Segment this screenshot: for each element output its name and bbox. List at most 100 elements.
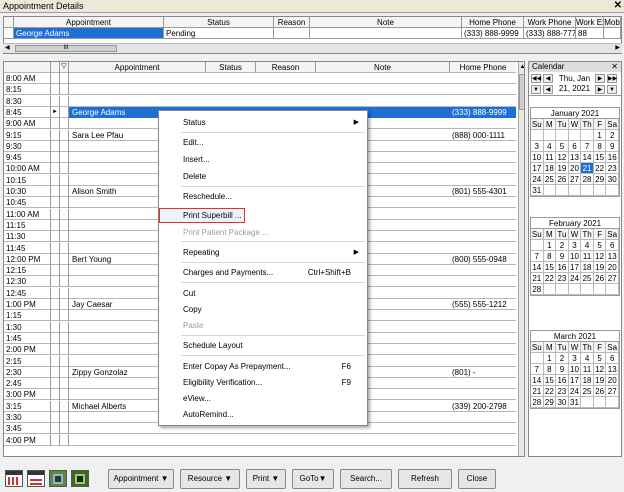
calendar-day[interactable]: 12: [593, 251, 607, 262]
calendar-day[interactable]: 21: [531, 273, 544, 284]
appointment-menu-button[interactable]: Appointment ▼: [108, 469, 174, 489]
calendar-day[interactable]: [531, 240, 544, 251]
refresh-button[interactable]: Refresh: [398, 469, 452, 489]
calendar-day[interactable]: 19: [556, 163, 569, 174]
calendar-day[interactable]: [581, 284, 594, 295]
calendar-day[interactable]: 25: [581, 386, 594, 397]
calendar-day[interactable]: 1: [543, 240, 557, 251]
calendar-day[interactable]: 26: [593, 386, 607, 397]
calendar-day[interactable]: 28: [581, 174, 594, 185]
menu-item-schedule-layout[interactable]: Schedule Layout: [159, 338, 367, 353]
calendar-day[interactable]: [606, 397, 619, 408]
calendar-close-icon[interactable]: ✕: [611, 62, 618, 72]
prev-month-icon[interactable]: ◀: [543, 74, 553, 83]
calendar-day[interactable]: 24: [568, 386, 582, 397]
menu-item-print-superbill[interactable]: Print Superbill ...: [159, 208, 245, 223]
calendar-day[interactable]: 6: [606, 353, 619, 364]
sched-col-status[interactable]: Status: [206, 62, 256, 73]
calendar-day[interactable]: 1: [543, 353, 557, 364]
menu-item-edit[interactable]: Edit...: [159, 135, 367, 150]
detail-status[interactable]: Pending: [164, 28, 274, 39]
appointment-name[interactable]: Sara Lee Pfau: [72, 130, 123, 141]
sched-col-home-phone[interactable]: Home Phone: [450, 62, 516, 73]
calendar-day[interactable]: 11: [581, 364, 594, 375]
calendar-day[interactable]: 22: [543, 273, 557, 284]
calendar-day[interactable]: [543, 185, 557, 196]
details-horizontal-scrollbar[interactable]: ◀ III ▶: [3, 43, 622, 53]
calendar-day[interactable]: 25: [543, 174, 557, 185]
next-year-icon[interactable]: ▶▶: [607, 74, 617, 83]
calendar-day[interactable]: 26: [593, 273, 607, 284]
calendar-day[interactable]: 9: [606, 141, 619, 152]
calendar-day[interactable]: 20: [568, 163, 582, 174]
menu-item-delete[interactable]: Delete: [159, 169, 367, 184]
col-mob[interactable]: Mob: [604, 17, 621, 28]
calendar-day[interactable]: [593, 185, 607, 196]
goto-menu-button[interactable]: GoTo▼: [292, 469, 334, 489]
calendar-day[interactable]: 29: [593, 174, 607, 185]
calendar-day[interactable]: 5: [556, 141, 569, 152]
detail-mob[interactable]: [604, 28, 621, 39]
schedule-vertical-scrollbar[interactable]: ▲: [518, 62, 524, 456]
calendar-day[interactable]: 5: [593, 353, 607, 364]
col-note[interactable]: Note: [310, 17, 462, 28]
calendar-day[interactable]: 7: [531, 251, 544, 262]
menu-item-enter-copay-as-prepayment[interactable]: Enter Copay As Prepayment... F6: [159, 359, 367, 374]
calendar-day[interactable]: 24: [568, 273, 582, 284]
appointment-name[interactable]: Michael Alberts: [72, 401, 126, 412]
menu-item-repeating[interactable]: Repeating ▶: [159, 245, 367, 260]
calendar-day[interactable]: [581, 185, 594, 196]
calendar-day[interactable]: 13: [568, 152, 582, 163]
resource-view-icon[interactable]: [49, 470, 67, 487]
col-work-phone[interactable]: Work Phone: [524, 17, 576, 28]
calendar-day[interactable]: 31: [531, 185, 544, 196]
calendar-day[interactable]: 7: [531, 364, 544, 375]
schedule-row[interactable]: 8:00 AM: [4, 73, 516, 84]
calendar-day-icon[interactable]: [5, 470, 23, 487]
calendar-day[interactable]: [556, 284, 569, 295]
calendar-day[interactable]: 30: [556, 397, 569, 408]
schedule-row[interactable]: 8:15: [4, 84, 516, 96]
menu-item-insert[interactable]: Insert...: [159, 152, 367, 167]
menu-item-eligibility-verification[interactable]: Eligibility Verification... F9: [159, 375, 367, 390]
search-button[interactable]: Search...: [340, 469, 392, 489]
resource-menu-button[interactable]: Resource ▼: [180, 469, 240, 489]
prev-week-icon[interactable]: ▼: [531, 85, 541, 94]
filter-icon[interactable]: ▽: [60, 62, 69, 73]
calendar-day[interactable]: 5: [593, 240, 607, 251]
menu-item-eview[interactable]: eView...: [159, 391, 367, 406]
calendar-day[interactable]: 21: [581, 163, 594, 174]
calendar-day[interactable]: 23: [556, 273, 569, 284]
calendar-day[interactable]: 10: [568, 251, 582, 262]
appointment-name[interactable]: Jay Caesar: [72, 299, 112, 310]
calendar-day[interactable]: 21: [531, 386, 544, 397]
calendar-day[interactable]: [568, 130, 582, 141]
detail-work-phone[interactable]: (333) 888-7777: [524, 28, 576, 39]
schedule-row[interactable]: 4:00 PM: [4, 434, 516, 446]
calendar-day[interactable]: 11: [543, 152, 557, 163]
calendar-day[interactable]: 16: [556, 262, 569, 273]
next-month-icon[interactable]: ▶: [595, 74, 605, 83]
calendar-day[interactable]: 26: [556, 174, 569, 185]
prev-year-icon[interactable]: ◀◀: [531, 74, 541, 83]
calendar-day[interactable]: 18: [581, 262, 594, 273]
detail-note[interactable]: [310, 28, 462, 39]
calendar-day[interactable]: 3: [568, 240, 582, 251]
calendar-day[interactable]: [593, 284, 607, 295]
calendar-day[interactable]: 27: [606, 273, 619, 284]
sched-col-reason[interactable]: Reason: [256, 62, 316, 73]
calendar-day[interactable]: 23: [606, 163, 619, 174]
appointment-name[interactable]: Alison Smith: [72, 186, 116, 197]
calendar-day[interactable]: 27: [606, 386, 619, 397]
close-icon[interactable]: ✕: [614, 0, 622, 12]
calendar-day[interactable]: 19: [593, 375, 607, 386]
prev-day-icon[interactable]: ◀: [543, 85, 553, 94]
calendar-day[interactable]: 4: [581, 353, 594, 364]
appointment-name[interactable]: Zippy Gonzolaz: [72, 367, 128, 378]
calendar-day[interactable]: 10: [568, 364, 582, 375]
menu-item-cut[interactable]: Cut: [159, 286, 367, 301]
menu-item-copy[interactable]: Copy: [159, 302, 367, 317]
calendar-day[interactable]: 13: [606, 251, 619, 262]
col-home-phone[interactable]: Home Phone: [462, 17, 524, 28]
menu-item-reschedule[interactable]: Reschedule...: [159, 189, 367, 204]
